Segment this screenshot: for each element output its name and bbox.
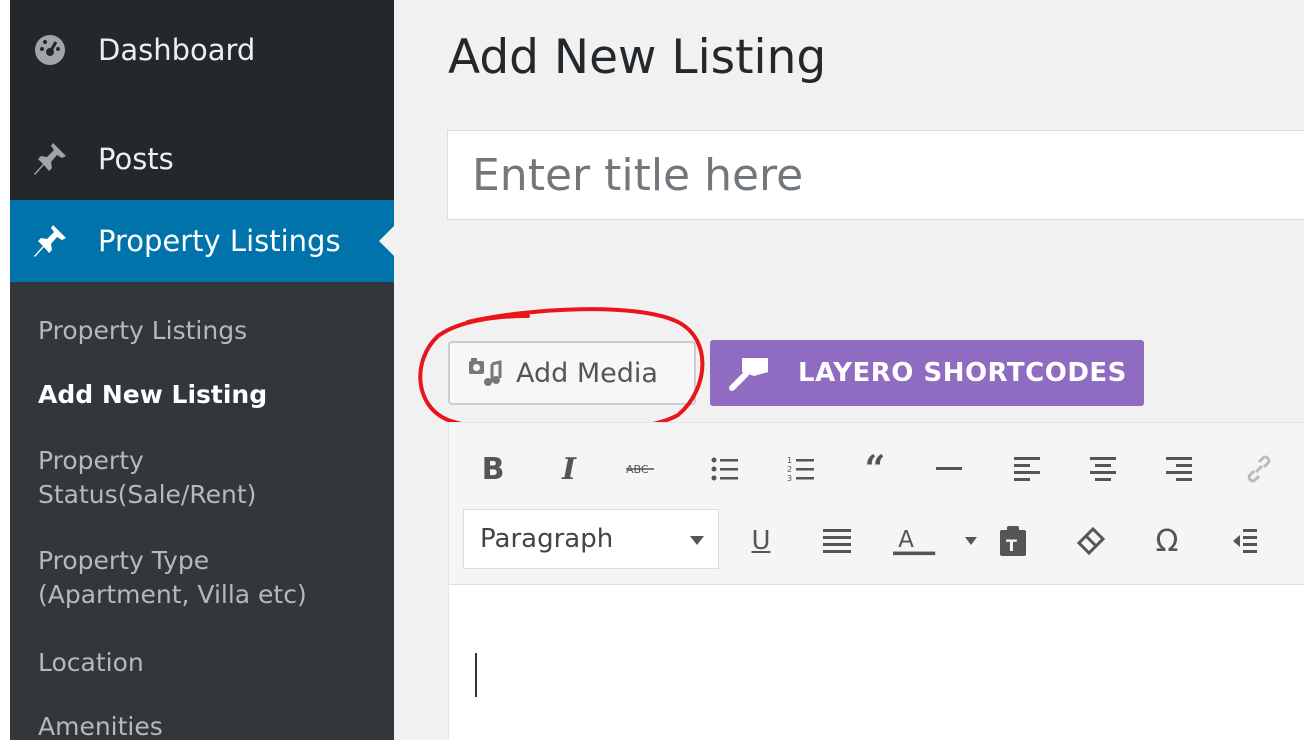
sidebar-item-posts[interactable]: Posts xyxy=(10,116,394,202)
submenu-item-amenities[interactable]: Amenities xyxy=(38,710,163,740)
svg-text:A: A xyxy=(898,527,914,553)
bullet-list-icon[interactable] xyxy=(703,447,747,491)
text-cursor xyxy=(475,653,477,697)
sidebar-item-label: Dashboard xyxy=(98,33,256,67)
svg-text:1: 1 xyxy=(787,456,792,465)
align-left-icon[interactable] xyxy=(1005,447,1049,491)
underline-icon[interactable]: U xyxy=(739,519,783,563)
chevron-down-icon[interactable] xyxy=(949,519,993,563)
left-edge-strip xyxy=(0,0,10,740)
dashboard-icon xyxy=(30,30,70,70)
content-editor[interactable]: B I ABC 123 “ Paragraph U A T Ω xyxy=(448,422,1304,740)
format-select[interactable]: Paragraph xyxy=(463,509,719,569)
strikethrough-icon[interactable]: ABC xyxy=(619,447,663,491)
text-color-icon[interactable]: A xyxy=(893,519,937,563)
pin-icon xyxy=(30,139,70,179)
format-select-value: Paragraph xyxy=(480,524,614,554)
title-input[interactable] xyxy=(447,130,1304,220)
submenu-item-property-status[interactable]: Property Status(Sale/Rent) xyxy=(38,444,338,512)
outdent-icon[interactable] xyxy=(1223,519,1267,563)
add-media-label: Add Media xyxy=(516,357,658,389)
sidebar-item-property-listings[interactable]: Property Listings xyxy=(10,200,394,282)
bold-icon[interactable]: B xyxy=(471,447,515,491)
align-center-icon[interactable] xyxy=(1081,447,1125,491)
link-icon[interactable] xyxy=(1237,447,1281,491)
submenu-item-location[interactable]: Location xyxy=(38,646,144,680)
page-title: Add New Listing xyxy=(448,30,827,85)
numbered-list-icon[interactable]: 123 xyxy=(779,447,823,491)
add-media-icon xyxy=(468,355,504,391)
svg-text:T: T xyxy=(1006,536,1017,555)
align-right-icon[interactable] xyxy=(1157,447,1201,491)
special-character-icon[interactable]: Ω xyxy=(1145,519,1189,563)
current-menu-arrow xyxy=(379,226,394,256)
italic-icon[interactable]: I xyxy=(547,447,591,491)
sidebar-item-label: Posts xyxy=(98,142,174,176)
sidebar-item-label: Property Listings xyxy=(98,224,341,258)
chevron-down-icon xyxy=(690,536,704,545)
add-media-button[interactable]: Add Media xyxy=(448,341,696,405)
clear-formatting-icon[interactable] xyxy=(1069,519,1113,563)
editor-toolbar: B I ABC 123 “ Paragraph U A T Ω xyxy=(449,423,1304,585)
svg-text:2: 2 xyxy=(787,465,792,474)
submenu-item-property-type[interactable]: Property Type (Apartment, Villa etc) xyxy=(38,544,368,612)
blockquote-icon[interactable]: “ xyxy=(853,447,897,491)
paintbrush-icon xyxy=(728,351,772,395)
paste-text-icon[interactable]: T xyxy=(991,519,1035,563)
layero-shortcodes-label: LAYERO SHORTCODES xyxy=(798,358,1127,388)
layero-shortcodes-button[interactable]: LAYERO SHORTCODES xyxy=(710,340,1144,406)
pin-icon xyxy=(30,221,70,261)
sidebar-item-dashboard[interactable]: Dashboard xyxy=(10,12,394,88)
justify-icon[interactable] xyxy=(815,519,859,563)
sidebar-submenu: Property Listings Add New Listing Proper… xyxy=(10,282,394,740)
horizontal-line-icon[interactable] xyxy=(927,447,971,491)
submenu-item-add-new-listing[interactable]: Add New Listing xyxy=(38,378,267,412)
svg-text:3: 3 xyxy=(787,474,792,483)
admin-sidebar: Dashboard Posts Property Listings Proper… xyxy=(0,0,394,740)
submenu-item-property-listings[interactable]: Property Listings xyxy=(38,314,247,348)
